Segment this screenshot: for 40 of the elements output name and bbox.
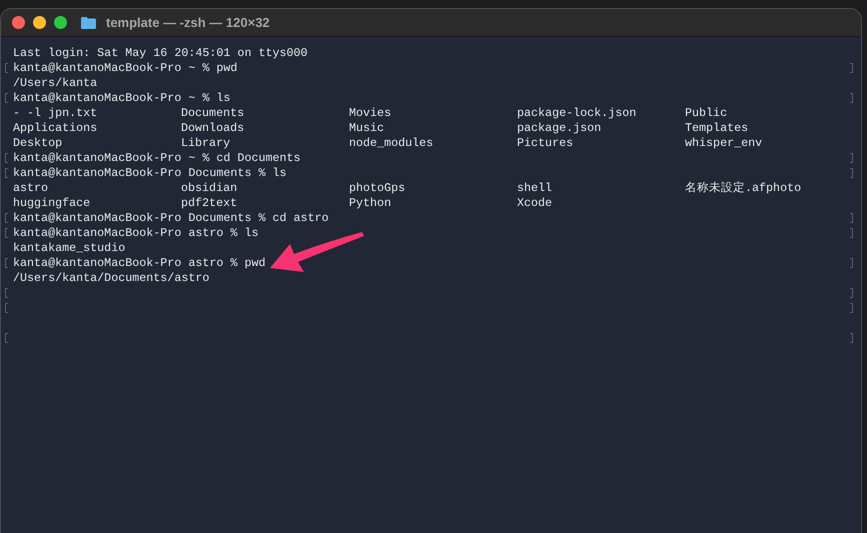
file-name: - -l jpn.txt [13, 106, 98, 120]
terminal-line: kanta@kantanoMacBook-Pro Documents % ls [13, 166, 287, 181]
terminal-line: /Users/kanta [13, 76, 98, 91]
terminal-line: /Users/kanta/Documents/astro [13, 271, 210, 286]
file-name: node_modules [349, 136, 434, 150]
terminal-line: Last login: Sat May 16 20:45:01 on ttys000 [13, 46, 308, 61]
file-name: whisper_env [685, 136, 762, 150]
close-button[interactable] [12, 16, 25, 29]
file-name: package.json [517, 121, 602, 135]
file-name: shell [517, 181, 552, 195]
file-name: pdf2text [181, 196, 238, 210]
window-title: template — -zsh — 120×32 [106, 15, 270, 30]
file-name: photoGps [349, 181, 406, 195]
terminal-line: kanta@kantanoMacBook-Pro astro % ls [13, 226, 258, 241]
terminal-line: kanta@kantanoMacBook-Pro astro % pwd [13, 256, 266, 271]
file-name: package-lock.json [517, 106, 636, 120]
file-name: Library [181, 136, 230, 150]
file-name: Documents [181, 106, 244, 120]
file-name: huggingface [13, 196, 90, 210]
minimize-button[interactable] [33, 16, 46, 29]
file-name: Public [685, 106, 728, 120]
file-name: Xcode [517, 196, 552, 210]
file-name: Desktop [13, 136, 62, 150]
file-name: 名称未設定.afphoto [685, 181, 802, 195]
terminal-line: kantakame_studio [13, 241, 126, 256]
terminal-line: kanta@kantanoMacBook-Pro ~ % ls [13, 91, 230, 106]
file-name: astro [13, 181, 48, 195]
terminal-line: kanta@kantanoMacBook-Pro Documents % cd astro [13, 211, 329, 226]
file-name: Music [349, 121, 384, 135]
terminal-line: kanta@kantanoMacBook-Pro ~ % pwd [13, 61, 238, 76]
file-name: Applications [13, 121, 98, 135]
terminal-line: kanta@kantanoMacBook-Pro ~ % cd Documents [13, 151, 301, 166]
file-name: Movies [349, 106, 392, 120]
file-name: Pictures [517, 136, 574, 150]
folder-icon [81, 16, 96, 28]
file-name: Templates [685, 121, 748, 135]
maximize-button[interactable] [54, 16, 67, 29]
file-name: Downloads [181, 121, 244, 135]
file-name: obsidian [181, 181, 238, 195]
file-name: Python [349, 196, 392, 210]
